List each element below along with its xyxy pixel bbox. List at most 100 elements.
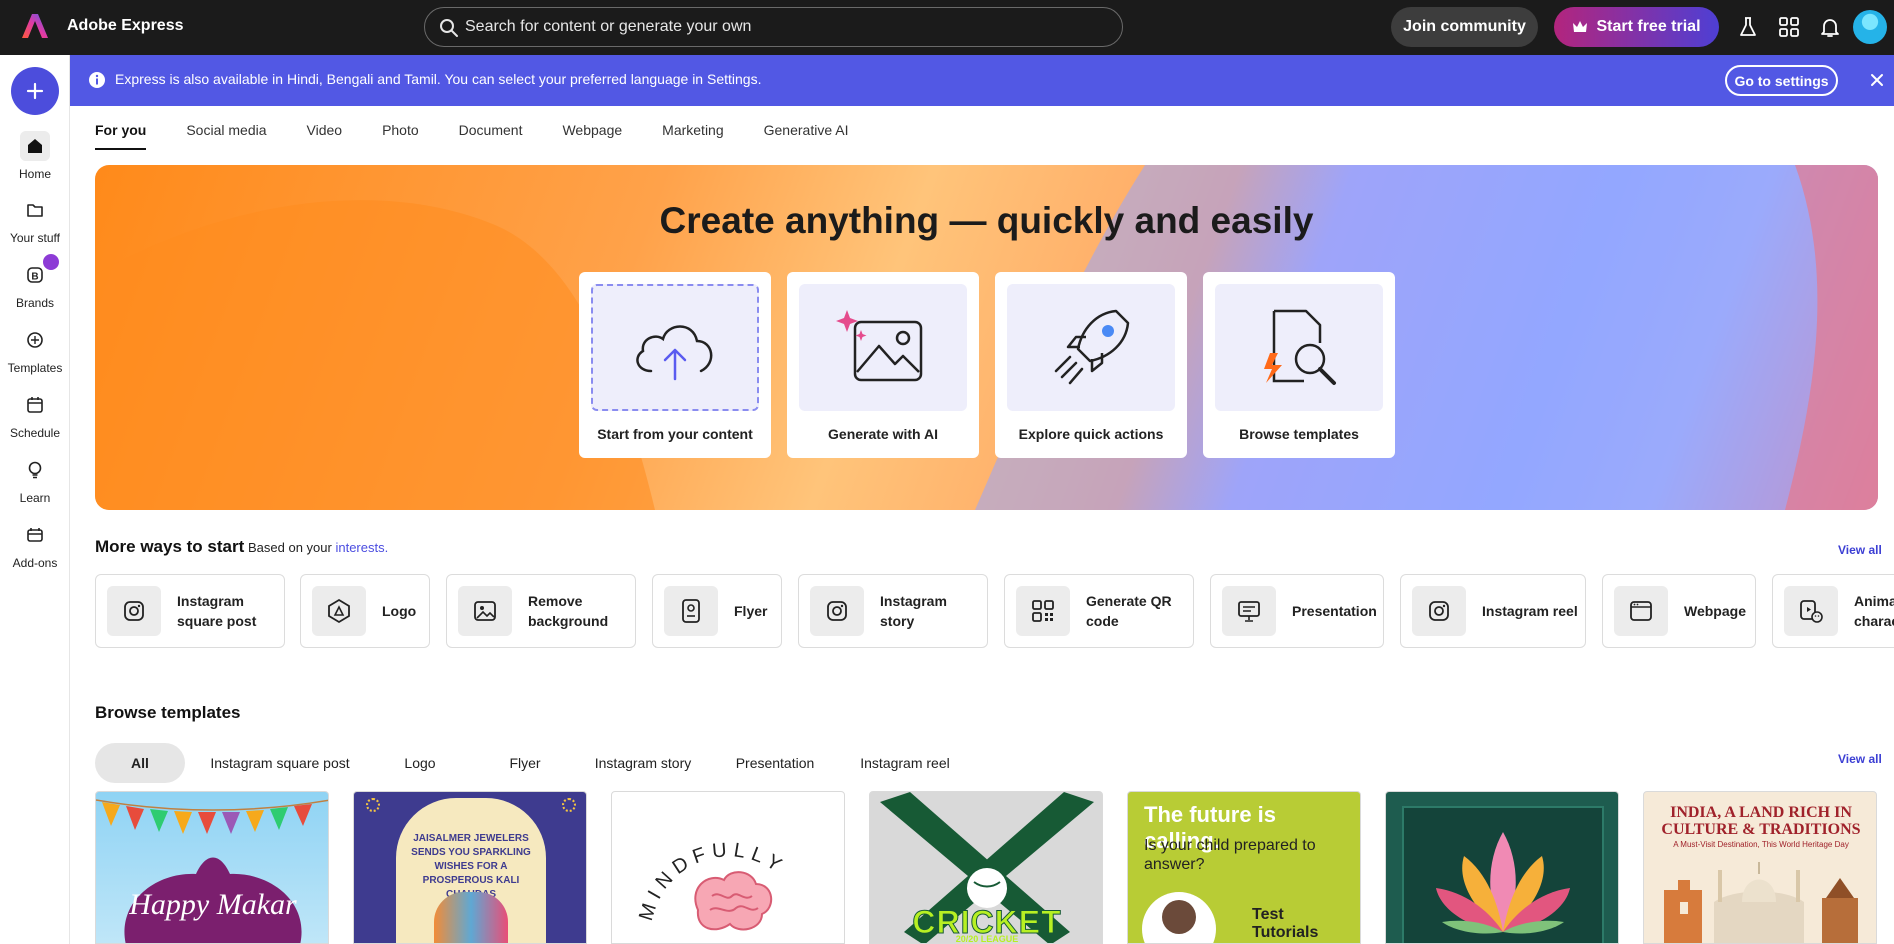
rail-item-schedule[interactable]: Schedule — [0, 390, 70, 440]
instagram-icon — [810, 586, 864, 636]
brain-illustration: MINDFULLY — [612, 792, 845, 944]
quick-start-label: Presentation — [1292, 601, 1383, 621]
quick-start-instagram-reel[interactable]: Instagram reel — [1400, 574, 1586, 648]
tab-generative-ai[interactable]: Generative AI — [764, 122, 849, 150]
start-free-trial-button[interactable]: Start free trial — [1554, 7, 1719, 47]
remove-bg-icon — [458, 586, 512, 636]
adobe-express-logo[interactable] — [22, 13, 48, 39]
chip-instagram-square-post[interactable]: Instagram square post — [210, 743, 350, 783]
template-card[interactable] — [1385, 791, 1619, 944]
flower-icon — [366, 798, 380, 812]
info-icon — [88, 71, 106, 89]
more-ways-subtitle-prefix: Based on your — [248, 540, 332, 555]
template-card[interactable]: CRICKET 20/20 LEAGUE — [869, 791, 1103, 944]
search-input[interactable] — [465, 8, 1105, 46]
template-card[interactable]: The future is calling. Is your child pre… — [1127, 791, 1361, 944]
start-from-content-card[interactable]: Start from your content — [579, 272, 771, 458]
tab-webpage[interactable]: Webpage — [562, 122, 622, 150]
more-ways-title: More ways to start — [95, 537, 244, 557]
quick-start-instagram-square-post[interactable]: Instagram square post — [95, 574, 285, 648]
instagram-icon — [107, 586, 161, 636]
search-box[interactable] — [424, 7, 1123, 47]
rail-item-add-ons[interactable]: Add-ons — [0, 520, 70, 570]
bell-icon[interactable] — [1818, 15, 1842, 39]
rail-item-home[interactable]: Home — [0, 131, 70, 181]
lotus-illustration — [1386, 792, 1619, 944]
quick-start-label: Instagram story — [880, 591, 980, 631]
rail-item-your-stuff[interactable]: Your stuff — [0, 195, 70, 245]
tab-video[interactable]: Video — [307, 122, 343, 150]
avatar[interactable] — [1853, 10, 1887, 44]
calendar-icon — [20, 390, 50, 420]
chip-instagram-story[interactable]: Instagram story — [593, 743, 693, 783]
left-rail: Home Your stuff B Brands Templates Sched… — [0, 55, 70, 944]
quick-start-label: Flyer — [734, 601, 781, 621]
top-bar: Adobe Express Join community Start free … — [0, 0, 1894, 55]
logo-icon — [312, 586, 366, 636]
tab-for-you[interactable]: For you — [95, 122, 146, 150]
rail-item-label: Learn — [20, 491, 51, 505]
quick-start-animate-character[interactable]: Animat charact — [1772, 574, 1894, 648]
rail-item-label: Schedule — [10, 426, 60, 440]
chip-logo[interactable]: Logo — [390, 743, 450, 783]
tab-marketing[interactable]: Marketing — [662, 122, 723, 150]
rail-item-label: Add-ons — [13, 556, 58, 570]
hero-banner: Create anything — quickly and easily Sta… — [95, 165, 1878, 510]
close-icon[interactable] — [1869, 72, 1885, 88]
template-card[interactable]: MINDFULLY — [611, 791, 845, 944]
quick-start-generate-qr-code[interactable]: Generate QR code — [1004, 574, 1194, 648]
quick-start-label: Webpage — [1684, 601, 1755, 621]
apps-grid-icon[interactable] — [1777, 15, 1801, 39]
tab-document[interactable]: Document — [459, 122, 523, 150]
card-label: Start from your content — [579, 426, 771, 442]
quick-start-logo[interactable]: Logo — [300, 574, 430, 648]
quick-start-webpage[interactable]: Webpage — [1602, 574, 1756, 648]
addons-icon — [20, 520, 50, 550]
upload-cloud-icon — [627, 313, 723, 383]
tab-photo[interactable]: Photo — [382, 122, 419, 150]
ai-image-icon — [833, 306, 933, 390]
flower-icon — [562, 798, 576, 812]
quick-start-instagram-story[interactable]: Instagram story — [798, 574, 988, 648]
create-button[interactable] — [11, 67, 59, 115]
template-card[interactable]: JAISALMER JEWELERS SENDS YOU SPARKLING W… — [353, 791, 587, 944]
rail-item-templates[interactable]: Templates — [0, 325, 70, 375]
chip-flyer[interactable]: Flyer — [495, 743, 555, 783]
rocket-icon — [1046, 303, 1136, 393]
rail-item-label: Templates — [8, 361, 63, 375]
app-title[interactable]: Adobe Express — [67, 17, 183, 35]
illustration-people — [434, 892, 508, 944]
quick-start-flyer[interactable]: Flyer — [652, 574, 782, 648]
join-community-button[interactable]: Join community — [1391, 7, 1538, 47]
interests-link[interactable]: interests. — [335, 540, 388, 555]
rail-item-label: Home — [19, 167, 51, 181]
quick-start-presentation[interactable]: Presentation — [1210, 574, 1384, 648]
template-card[interactable]: Happy Makar — [95, 791, 329, 944]
browse-templates-title: Browse templates — [95, 703, 241, 723]
crown-icon — [1572, 20, 1588, 34]
chip-instagram-reel[interactable]: Instagram reel — [855, 743, 955, 783]
browse-view-all-link[interactable]: View all — [1838, 752, 1882, 766]
quick-start-remove-background[interactable]: Remove background — [446, 574, 636, 648]
browse-templates-card[interactable]: Browse templates — [1203, 272, 1395, 458]
template-card[interactable]: INDIA, A LAND RICH IN CULTURE & TRADITIO… — [1643, 791, 1877, 944]
rail-item-brands[interactable]: B Brands — [0, 260, 70, 310]
templates-icon — [20, 325, 50, 355]
explore-quick-actions-card[interactable]: Explore quick actions — [995, 272, 1187, 458]
quick-start-label: Animat charact — [1854, 591, 1894, 631]
generate-with-ai-card[interactable]: Generate with AI — [787, 272, 979, 458]
rail-item-learn[interactable]: Learn — [0, 455, 70, 505]
card-label: Browse templates — [1203, 426, 1395, 442]
webpage-icon — [1614, 586, 1668, 636]
chip-all[interactable]: All — [95, 743, 185, 783]
chip-presentation[interactable]: Presentation — [730, 743, 820, 783]
card-label: Explore quick actions — [995, 426, 1187, 442]
quick-start-label: Instagram reel — [1482, 601, 1582, 621]
quick-start-label: Instagram square post — [177, 591, 277, 631]
go-to-settings-button[interactable]: Go to settings — [1725, 65, 1838, 96]
template-subtext: Is your child prepared to answer? — [1144, 836, 1324, 874]
more-ways-view-all-link[interactable]: View all — [1838, 543, 1882, 557]
rail-item-label: Your stuff — [10, 231, 60, 245]
tab-social-media[interactable]: Social media — [186, 122, 266, 150]
flask-icon[interactable] — [1736, 15, 1760, 39]
